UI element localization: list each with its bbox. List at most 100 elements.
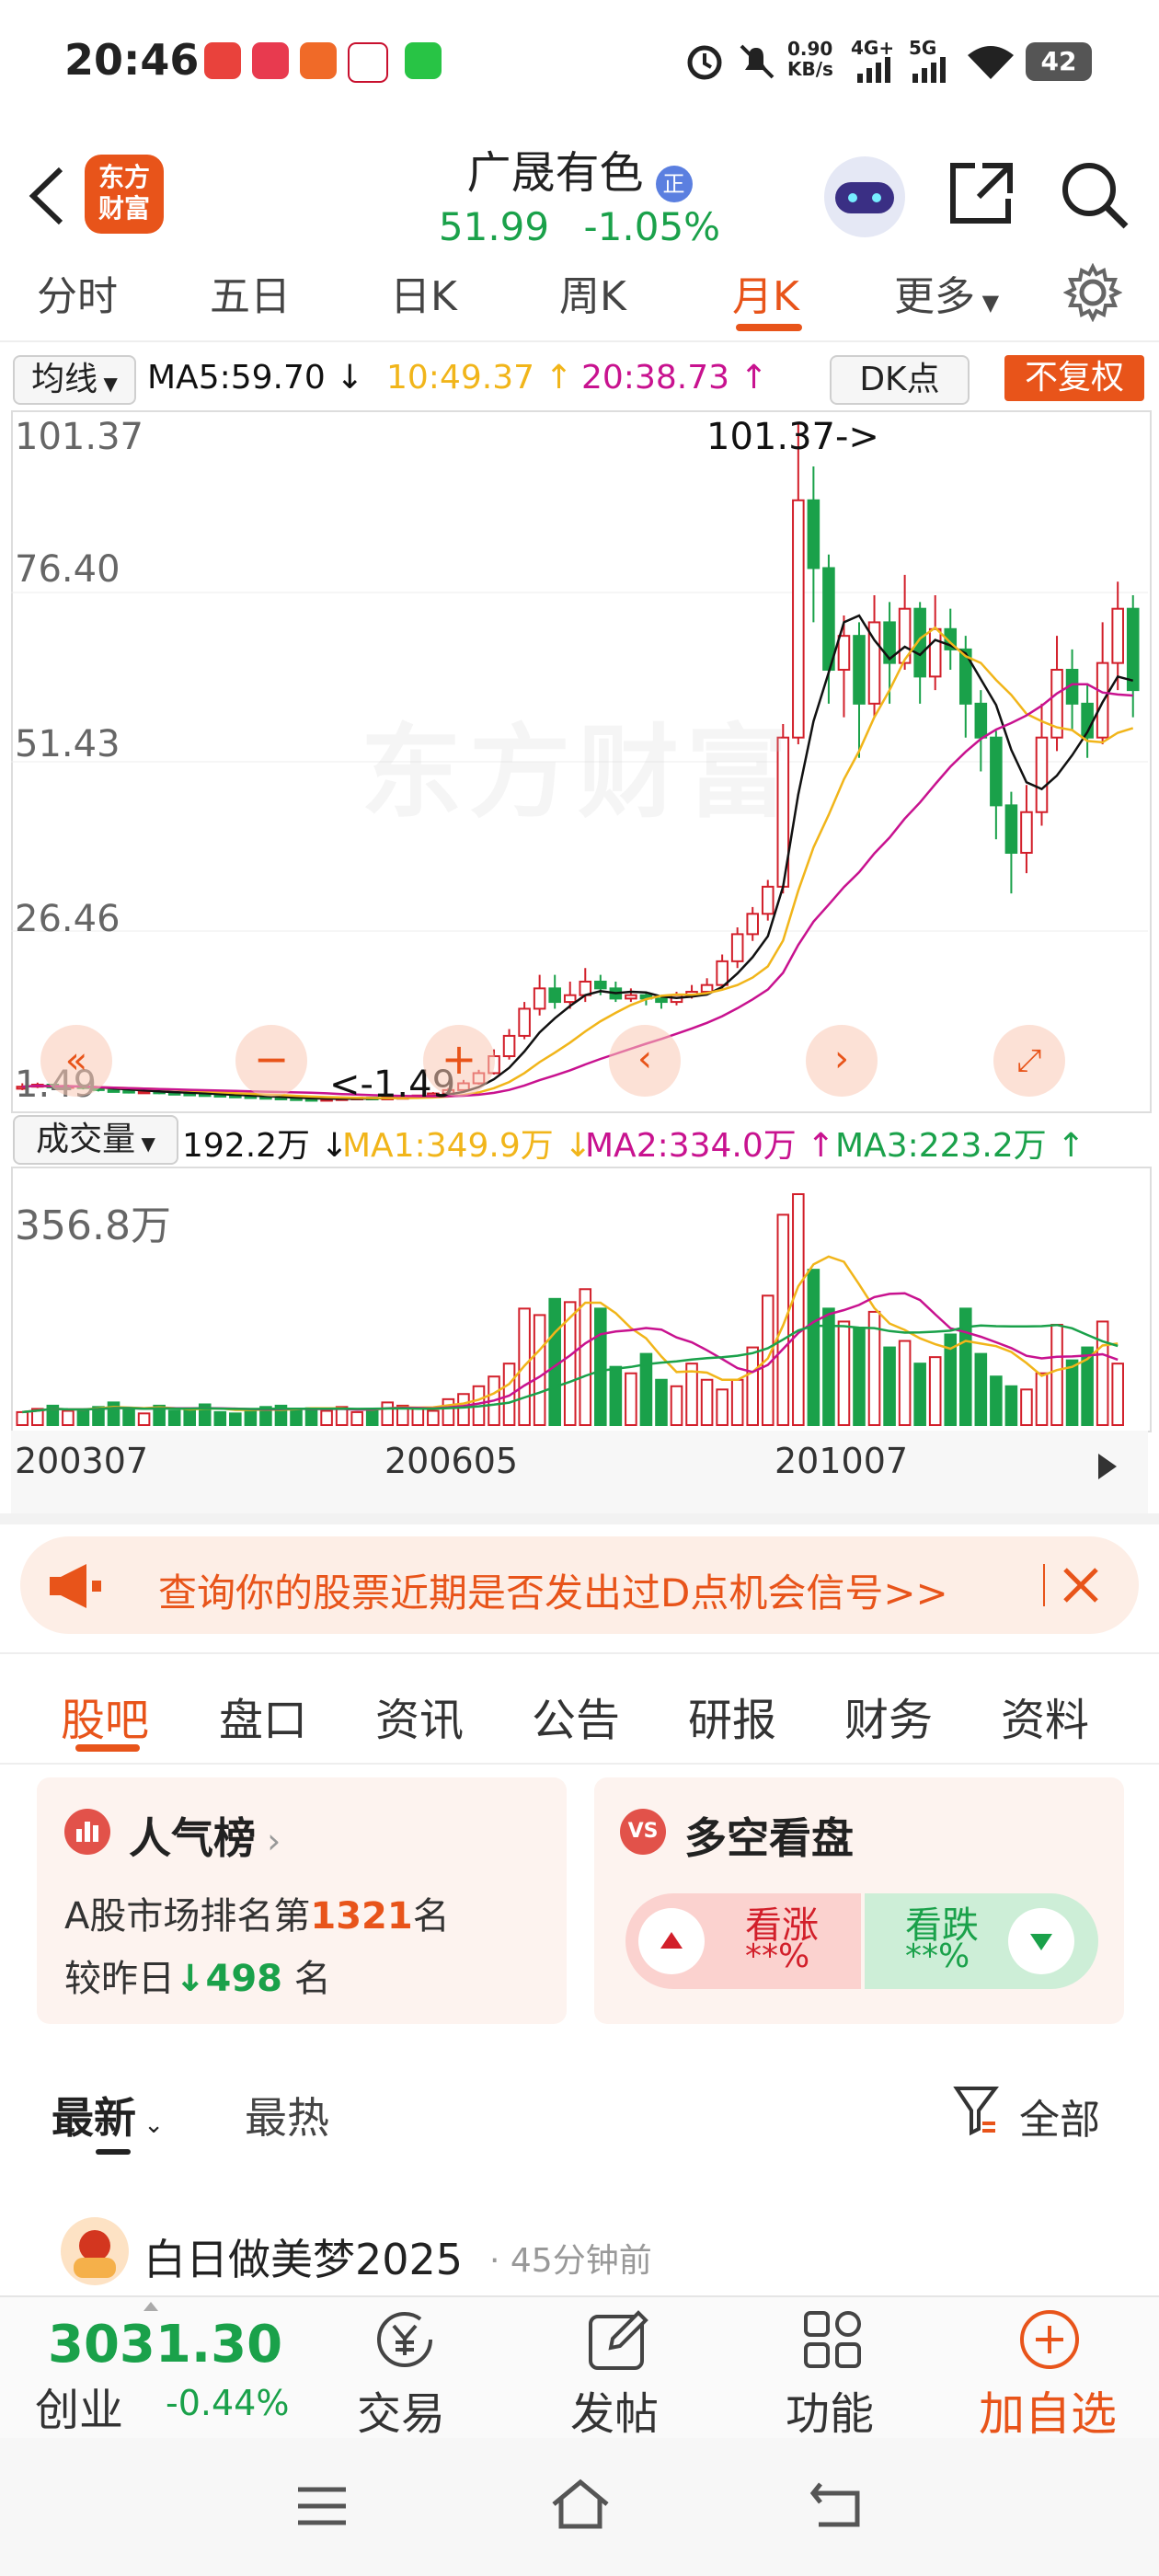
ma10-value: 10:49.37 ↑: [386, 359, 573, 397]
search-icon[interactable]: [1058, 158, 1131, 232]
volume-bar: [853, 1327, 866, 1426]
fullscreen-button[interactable]: ⤢: [993, 1025, 1065, 1097]
kfc-app-icon: [348, 42, 388, 83]
candle: [1126, 607, 1140, 692]
volume-ma3: MA3:223.2万 ↑: [835, 1127, 1085, 1165]
volume-bar: [16, 1410, 29, 1426]
post-username[interactable]: 白日做美梦2025: [143, 2226, 463, 2287]
banner-text[interactable]: 查询你的股票近期是否发出过D点机会信号>>: [158, 1562, 948, 1618]
volume-bar: [1065, 1359, 1079, 1426]
trade-label[interactable]: 交易: [357, 2377, 445, 2442]
volume-bar: [290, 1409, 303, 1426]
volume-bar: [244, 1409, 258, 1426]
scroll-right-button[interactable]: ›: [806, 1025, 878, 1097]
tab-ziliao[interactable]: 资料: [1001, 1684, 1089, 1748]
volume-ma1: MA1:349.9万 ↓: [342, 1127, 592, 1165]
price-axis-label: 26.46: [15, 898, 120, 940]
rank-chart-icon: [64, 1809, 110, 1855]
mute-icon: [740, 44, 775, 79]
tab-zixun[interactable]: 资讯: [375, 1684, 464, 1748]
scroll-left-button[interactable]: ‹: [609, 1025, 681, 1097]
volume-axis-max: 356.8万: [15, 1202, 171, 1249]
tab-gonggao[interactable]: 公告: [532, 1684, 620, 1748]
volume-bar: [776, 1213, 790, 1426]
expand-up-icon[interactable]: [143, 2302, 158, 2311]
tab-guba[interactable]: 股吧: [61, 1684, 149, 1748]
volume-bar: [213, 1410, 227, 1426]
volume-bar: [974, 1352, 988, 1426]
candle: [746, 913, 760, 936]
adjust-mode-button[interactable]: 不复权: [1004, 355, 1144, 401]
volume-bar: [381, 1401, 395, 1426]
candle: [700, 983, 714, 994]
user-avatar[interactable]: [61, 2217, 129, 2285]
divider: [0, 1652, 1159, 1654]
tab-wuri[interactable]: 五日: [210, 263, 291, 322]
function-grid-icon[interactable]: [800, 2307, 866, 2374]
tab-yuek[interactable]: 月K: [732, 263, 799, 322]
trade-yen-icon[interactable]: [370, 2307, 440, 2372]
candle: [548, 987, 561, 1004]
volume-bar: [883, 1346, 896, 1426]
rank-line: A股市场排名第1321名: [64, 1895, 450, 1938]
function-label[interactable]: 功能: [786, 2377, 874, 2442]
tab-fenshi[interactable]: 分时: [37, 263, 118, 322]
feed-tab-latest[interactable]: 最新 ⌄: [52, 2085, 164, 2145]
tab-pankou[interactable]: 盘口: [219, 1684, 307, 1748]
filter-label[interactable]: 全部: [1019, 2087, 1100, 2145]
tab-yanbao[interactable]: 研报: [688, 1684, 776, 1748]
volume-bar: [457, 1393, 470, 1426]
zoom-out-button[interactable]: −: [235, 1025, 307, 1097]
popularity-title[interactable]: 人气榜 ›: [129, 1805, 281, 1866]
volume-bar: [837, 1320, 851, 1426]
volume-bar: [76, 1409, 90, 1426]
dk-point-button[interactable]: DK点: [830, 355, 970, 405]
volume-bar: [411, 1407, 425, 1427]
volume-bar: [167, 1409, 181, 1426]
scroll-left-fast-button[interactable]: «: [40, 1025, 112, 1097]
high-annotation: 101.37->: [706, 416, 879, 458]
post-label[interactable]: 发帖: [570, 2377, 659, 2442]
notification-app-icon: [204, 42, 241, 79]
menu-icon[interactable]: [296, 2484, 348, 2528]
divider: [0, 340, 1159, 342]
feed-tab-hot[interactable]: 最热: [245, 2085, 329, 2145]
share-icon[interactable]: [947, 158, 1017, 228]
tab-rik[interactable]: 日K: [390, 263, 457, 322]
volume-bar: [716, 1388, 729, 1426]
volume-selector[interactable]: 成交量 ▼: [13, 1115, 178, 1165]
candle: [807, 499, 820, 569]
volume-bar: [913, 1363, 926, 1426]
volume-bar: [609, 1365, 623, 1427]
price-axis-label: 101.37: [15, 416, 143, 458]
settings-gear-icon[interactable]: [1063, 263, 1122, 322]
zoom-in-button[interactable]: +: [423, 1025, 495, 1097]
volume-bar: [183, 1408, 197, 1426]
index-name[interactable]: 创业: [35, 2374, 123, 2438]
net-speed: 0.90 KB/s: [787, 38, 833, 80]
notification-app-icon: [300, 42, 337, 79]
add-watchlist-icon[interactable]: [1017, 2307, 1082, 2372]
volume-bar: [1035, 1372, 1049, 1426]
home-icon[interactable]: [550, 2477, 611, 2532]
back-nav-icon[interactable]: [809, 2478, 865, 2530]
down-triangle-icon: [1008, 1908, 1074, 1974]
volume-bar: [1004, 1385, 1018, 1426]
battery-indicator: 42: [1026, 42, 1092, 81]
play-icon[interactable]: [1089, 1448, 1126, 1485]
post-edit-icon[interactable]: [585, 2307, 651, 2374]
index-value[interactable]: 3031.30: [48, 2315, 282, 2375]
filter-icon[interactable]: [953, 2085, 999, 2136]
candle: [716, 960, 729, 986]
add-watchlist-label[interactable]: 加自选: [979, 2377, 1117, 2444]
tab-more[interactable]: 更多 ▼: [894, 263, 999, 322]
divider: [0, 1763, 1159, 1765]
tab-caiwu[interactable]: 财务: [844, 1684, 933, 1748]
ma-selector[interactable]: 均线 ▼: [13, 355, 136, 405]
tab-zhouk[interactable]: 周K: [559, 263, 626, 322]
close-icon[interactable]: [1060, 1564, 1102, 1606]
ai-assistant-icon[interactable]: [824, 156, 905, 237]
candle: [1004, 804, 1018, 854]
wifi-icon: [968, 46, 1014, 79]
volume-bar: [548, 1297, 561, 1426]
